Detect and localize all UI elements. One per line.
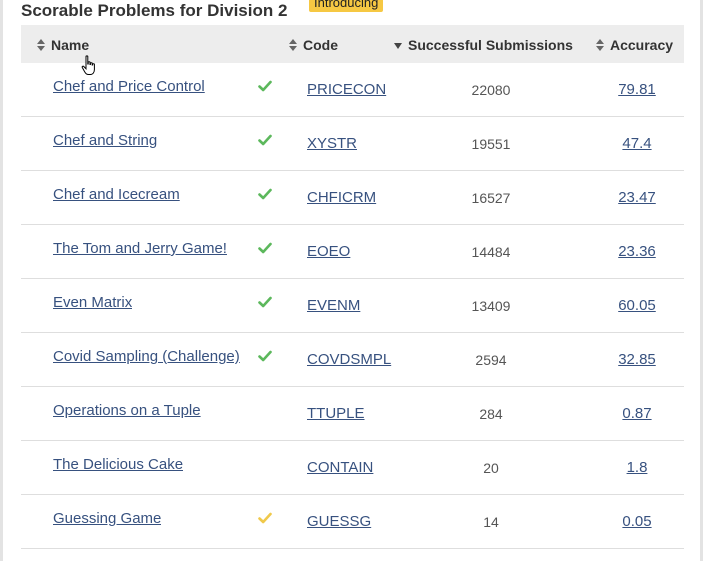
accuracy-link[interactable]: 0.87 <box>597 405 677 422</box>
frame-border-left <box>0 0 3 561</box>
column-header-submissions[interactable]: Successful Submissions <box>394 25 573 63</box>
problem-code-link[interactable]: TTUPLE <box>307 405 365 422</box>
table-row: The Delicious Cake CONTAIN 20 1.8 <box>21 441 684 495</box>
column-label-submissions: Successful Submissions <box>408 37 573 53</box>
check-icon <box>258 188 272 200</box>
table-row: Covid Sampling (Challenge) COVDSMPL 2594 32… <box>21 333 684 387</box>
table-header: Name Code Successful Submissions Accurac… <box>21 25 684 63</box>
problem-code-link[interactable]: PRICECON <box>307 81 386 98</box>
section-title: Scorable Problems for Division 2 <box>21 1 288 20</box>
table-row: Chef and Icecream CHFICRM 16527 23.47 <box>21 171 684 225</box>
accuracy-link[interactable]: 79.81 <box>597 81 677 98</box>
sort-down-icon <box>394 42 402 49</box>
table-row: Even Matrix EVENM 13409 60.05 <box>21 279 684 333</box>
check-icon <box>258 512 272 524</box>
successful-submissions-value: 14 <box>483 514 499 530</box>
problem-code-link[interactable]: CONTAIN <box>307 459 373 476</box>
problem-name-link[interactable]: Operations on a Tuple <box>53 402 201 419</box>
problem-code-link[interactable]: XYSTR <box>307 135 357 152</box>
problem-code-link[interactable]: EOEO <box>307 243 350 260</box>
hand-pointer-icon <box>81 55 95 75</box>
problems-page: Scorable Problems for Division 2 Introdu… <box>0 0 703 561</box>
accuracy-link[interactable]: 23.47 <box>597 189 677 206</box>
introducing-badge: Introducing <box>309 0 384 12</box>
successful-submissions-value: 14484 <box>471 244 511 260</box>
successful-submissions-value: 2594 <box>475 352 507 368</box>
problem-name-link[interactable]: Guessing Game <box>53 510 161 527</box>
table-row: Operations on a Tuple TTUPLE 284 0.87 <box>21 387 684 441</box>
check-icon <box>258 134 272 146</box>
sort-updown-icon <box>289 38 297 51</box>
sort-updown-icon <box>596 38 604 51</box>
column-header-accuracy[interactable]: Accuracy <box>596 25 673 63</box>
successful-submissions-value: 22080 <box>471 82 511 98</box>
accuracy-link[interactable]: 23.36 <box>597 243 677 260</box>
problem-name-link[interactable]: Chef and Icecream <box>53 186 180 203</box>
problem-code-link[interactable]: GUESSG <box>307 513 371 530</box>
accuracy-link[interactable]: 32.85 <box>597 351 677 368</box>
sort-updown-icon <box>37 38 45 51</box>
column-label-accuracy: Accuracy <box>610 37 674 53</box>
successful-submissions-value: 20 <box>483 460 499 476</box>
column-label-code: Code <box>303 37 338 53</box>
successful-submissions-value: 16527 <box>471 190 511 206</box>
problem-code-link[interactable]: COVDSMPL <box>307 351 391 368</box>
accuracy-link[interactable]: 0.05 <box>597 513 677 530</box>
problem-name-link[interactable]: The Tom and Jerry Game! <box>53 240 227 257</box>
successful-submissions-value: 284 <box>479 406 503 422</box>
problems-table-body: Chef and Price Control PRICECON 22080 79.81… <box>21 63 684 549</box>
problem-code-link[interactable]: EVENM <box>307 297 360 314</box>
problem-name-link[interactable]: Chef and String <box>53 132 157 149</box>
table-row: The Tom and Jerry Game! EOEO 14484 23.36 <box>21 225 684 279</box>
table-row: Chef and String XYSTR 19551 47.4 <box>21 117 684 171</box>
successful-submissions-value: 19551 <box>471 136 511 152</box>
column-label-name: Name <box>51 37 90 53</box>
problem-code-link[interactable]: CHFICRM <box>307 189 376 206</box>
problem-name-link[interactable]: Even Matrix <box>53 294 132 311</box>
accuracy-link[interactable]: 60.05 <box>597 297 677 314</box>
successful-submissions-value: 13409 <box>471 298 511 314</box>
check-icon <box>258 350 272 362</box>
column-header-code[interactable]: Code <box>289 25 338 63</box>
problem-name-link[interactable]: Chef and Price Control <box>53 78 205 95</box>
check-icon <box>258 80 272 92</box>
table-row: Chef and Price Control PRICECON 22080 79.81 <box>21 63 684 117</box>
table-row: Guessing Game GUESSG 14 0.05 <box>21 495 684 549</box>
problem-name-link[interactable]: The Delicious Cake <box>53 456 183 473</box>
accuracy-link[interactable]: 47.4 <box>597 135 677 152</box>
check-icon <box>258 296 272 308</box>
check-icon <box>258 242 272 254</box>
problem-name-link[interactable]: Covid Sampling (Challenge) <box>53 348 240 365</box>
accuracy-link[interactable]: 1.8 <box>597 459 677 476</box>
